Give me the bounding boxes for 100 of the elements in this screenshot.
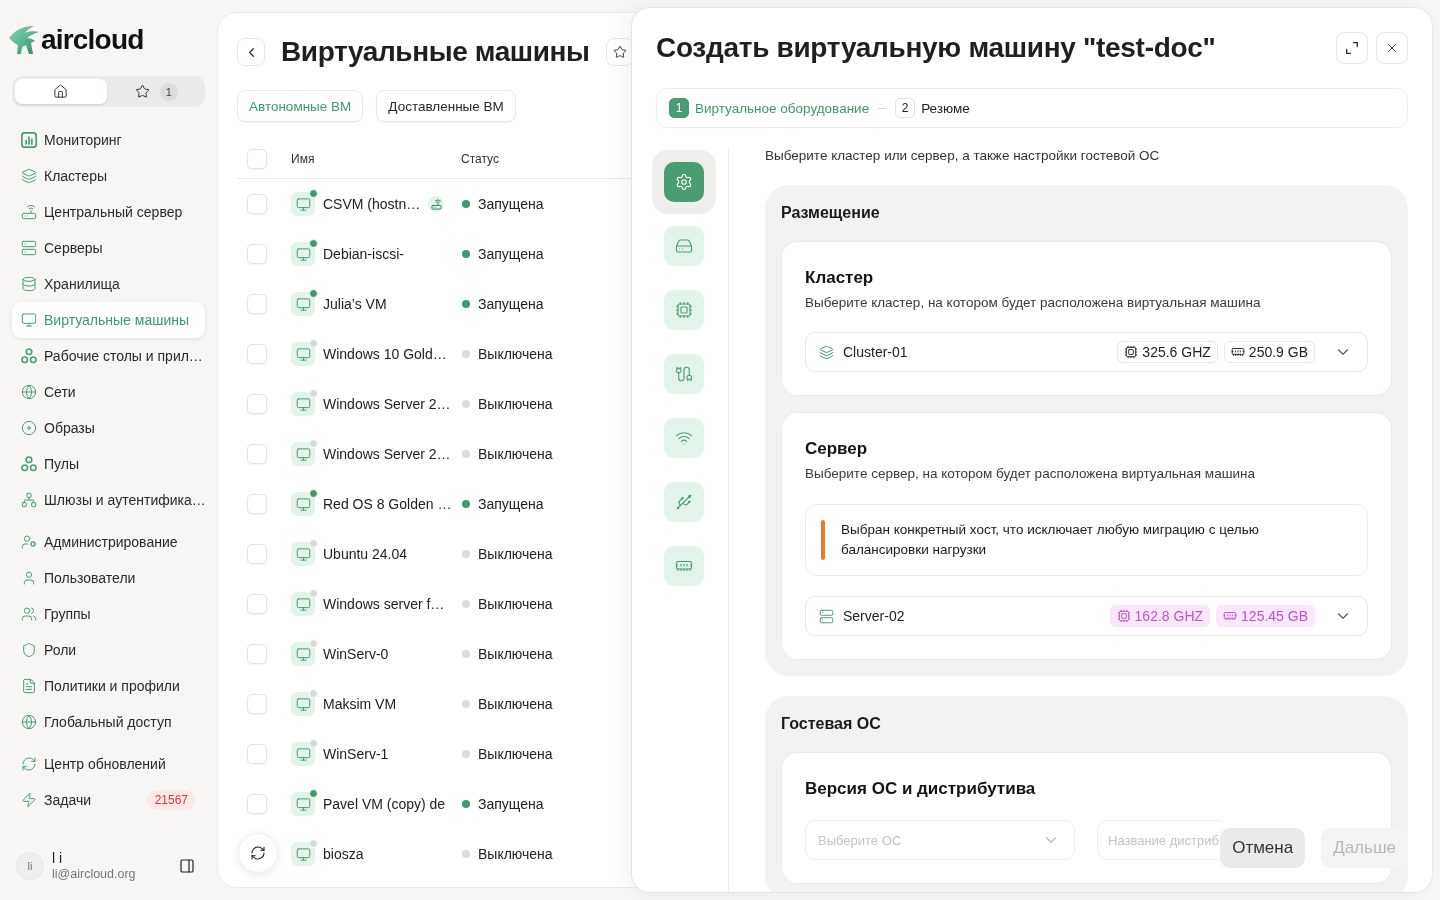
row-checkbox[interactable] (247, 244, 267, 264)
vm-name: Debian-iscsi- (323, 246, 404, 262)
avatar: li (16, 852, 44, 880)
switcher-tab[interactable]: 1 (110, 79, 202, 104)
vm-name: Julia’s VM (323, 296, 387, 312)
monitor-icon (291, 292, 315, 316)
row-checkbox[interactable] (247, 694, 267, 714)
globe-icon (21, 384, 37, 400)
row-checkbox[interactable] (247, 344, 267, 364)
monitor-icon (291, 242, 315, 266)
shield-icon (21, 642, 37, 658)
favorite-button[interactable] (605, 38, 634, 66)
row-checkbox[interactable] (247, 794, 267, 814)
expand-button[interactable] (1336, 32, 1368, 64)
nav-item[interactable]: Кластеры (12, 158, 205, 194)
nav-item[interactable]: Центр обновлений (12, 746, 205, 782)
tab[interactable]: Доставленные ВМ (376, 90, 516, 122)
nav-item[interactable]: Образы (12, 410, 205, 446)
cluster-select[interactable]: Cluster-01 325.6 GHZ 250.9 GB (805, 332, 1368, 372)
card-title: Кластер (805, 267, 875, 289)
nav-item[interactable]: Пользователи (12, 560, 205, 596)
section-title: Гостевая ОС (781, 714, 882, 734)
row-checkbox[interactable] (247, 544, 267, 564)
step[interactable]: 2 Резюме (895, 98, 970, 118)
close-button[interactable] (1376, 32, 1408, 64)
monitor-icon (21, 312, 37, 328)
status-text: Выключена (478, 446, 553, 462)
vm-name: WinServ-1 (323, 746, 389, 762)
home-icon (53, 84, 69, 99)
hard-drive-icon (664, 226, 704, 266)
row-checkbox[interactable] (247, 594, 267, 614)
nav-item[interactable]: Шлюзы и аутентифика… (12, 482, 205, 518)
status-text: Запущена (478, 246, 544, 262)
monitor-icon (291, 592, 315, 616)
card-description: Выберите сервер, на котором будет расположена виртуальная машина (805, 465, 1256, 483)
cpu-icon (1116, 609, 1131, 623)
nav-item[interactable]: Группы (12, 596, 205, 632)
circles-icon (21, 348, 37, 364)
row-checkbox[interactable] (247, 194, 267, 214)
nav-item[interactable]: Хранилища (12, 266, 205, 302)
nav-item[interactable]: Сети (12, 374, 205, 410)
column-header: Статус (461, 152, 499, 166)
vm-name: Pavel VM (copy) de (323, 796, 446, 812)
users-icon (21, 606, 37, 622)
nav-item[interactable]: Роли (12, 632, 205, 668)
cancel-button[interactable]: Отмена (1220, 828, 1306, 868)
status-text: Запущена (478, 496, 544, 512)
user-gear-icon (21, 534, 37, 550)
status-text: Выключена (478, 596, 553, 612)
step[interactable]: 1 Виртуальное оборудование (669, 98, 870, 118)
close-icon (1385, 41, 1399, 55)
row-checkbox[interactable] (247, 294, 267, 314)
warning-text: Выбран конкретный хост, что исключает любую миграцию с целью балансировки нагрузки (841, 521, 1260, 559)
intro-text: Выберите кластер или сервер, а также настройки гостевой ОС (765, 148, 1161, 164)
row-checkbox[interactable] (247, 444, 267, 464)
nav-item[interactable]: Глобальный доступ (12, 704, 205, 740)
distro-input[interactable]: Название дистриб (1097, 820, 1221, 860)
nav-item[interactable]: Мониторинг (12, 122, 205, 158)
refresh-icon (21, 756, 37, 772)
row-checkbox[interactable] (247, 394, 267, 414)
monitor-icon (291, 742, 315, 766)
status-text: Запущена (478, 296, 544, 312)
rail-tab[interactable] (652, 150, 716, 214)
status-text: Выключена (478, 696, 553, 712)
expand-icon (1346, 42, 1358, 54)
nav-item[interactable]: Центральный сервер (12, 194, 205, 230)
nav-item[interactable]: Рабочие столы и прил… (12, 338, 205, 374)
server-select[interactable]: Server-02 162.8 GHZ 125.45 GB (805, 596, 1368, 636)
row-checkbox[interactable] (247, 744, 267, 764)
nav-item[interactable]: Политики и профили (12, 668, 205, 704)
vm-name: Windows 10 Gold… (323, 346, 447, 362)
switcher-tab[interactable] (15, 79, 107, 104)
nav-item[interactable]: Пулы (12, 446, 205, 482)
select-all-checkbox[interactable] (247, 149, 267, 169)
user-email: li@aircloud.org (52, 866, 136, 882)
nav-item[interactable]: Задачи 21567 (12, 782, 205, 818)
status-text: Запущена (478, 196, 544, 212)
monitor-icon (291, 492, 315, 516)
cable-icon (664, 354, 704, 394)
back-button[interactable] (237, 38, 265, 66)
status-text: Выключена (478, 396, 553, 412)
cpu-icon (1124, 345, 1139, 359)
nav-item[interactable]: Серверы (12, 230, 205, 266)
bar-chart-icon (21, 132, 37, 148)
usb-icon (664, 482, 704, 522)
card-title: Версия ОС и дистрибутива (805, 778, 1037, 800)
status-text: Выключена (478, 546, 553, 562)
vm-name: Windows Server 2… (323, 446, 451, 462)
card-description: Выберите кластер, на котором будет расположена виртуальная машина (805, 294, 1262, 312)
status-text: Выключена (478, 646, 553, 662)
row-checkbox[interactable] (247, 644, 267, 664)
layers-icon (819, 344, 834, 360)
vm-name: Ubuntu 24.04 (323, 546, 408, 562)
row-checkbox[interactable] (247, 494, 267, 514)
nav-item[interactable]: Администрирование (12, 524, 205, 560)
star-icon (612, 45, 627, 59)
disc-icon (21, 420, 37, 436)
tab[interactable]: Автономные ВМ (237, 90, 364, 122)
settings-icon (664, 162, 704, 202)
refresh-button[interactable] (238, 833, 278, 873)
